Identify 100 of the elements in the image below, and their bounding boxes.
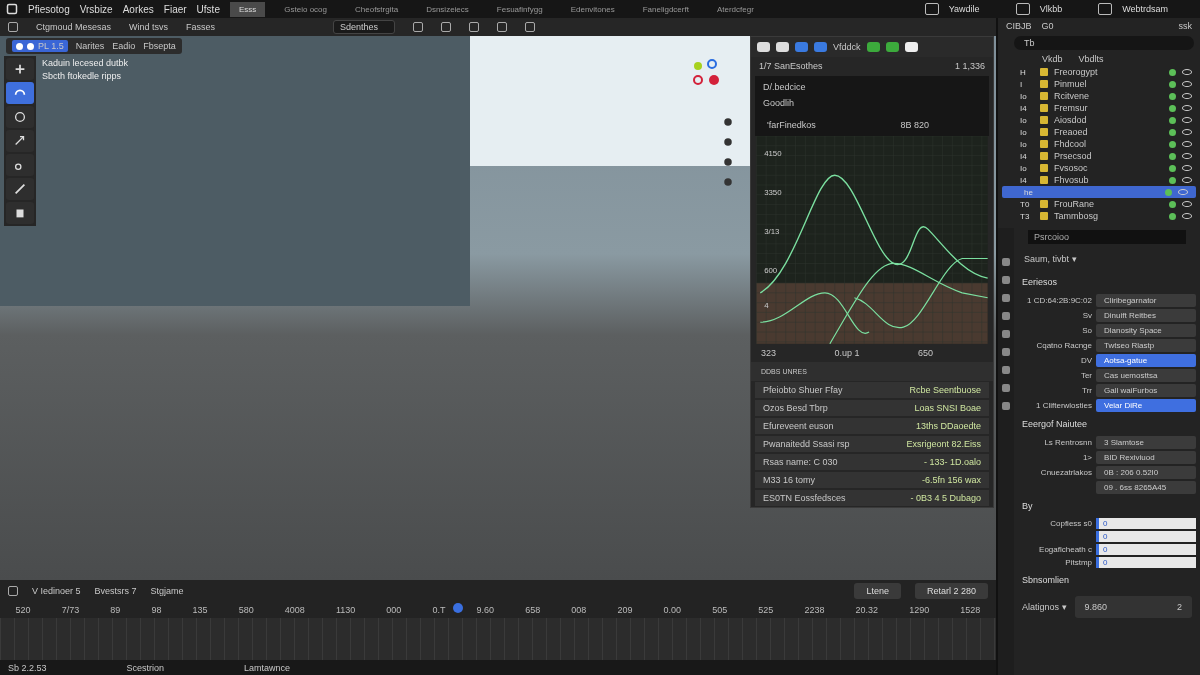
property-value[interactable]: 09 . 6ss 8265A45 xyxy=(1096,481,1196,494)
workspace-tab[interactable]: Gsteio ocog xyxy=(275,1,336,17)
panel-row[interactable]: Ozos Besd Tbrp Loas SNSI Boae xyxy=(755,400,989,416)
section-title[interactable]: Sbnsomlien xyxy=(1018,570,1196,590)
toolbar-icon[interactable] xyxy=(497,22,508,32)
window-icon[interactable] xyxy=(924,3,939,15)
editor-type-icon[interactable] xyxy=(8,586,18,596)
outliner-row[interactable]: Io Rcitvene xyxy=(998,90,1200,102)
header-label[interactable]: Yawdile xyxy=(948,4,980,14)
window-icon[interactable] xyxy=(1098,3,1113,15)
workspace-tab[interactable]: Fesuafinfygg xyxy=(487,1,552,17)
panel-row[interactable]: ES0TN Eossfedsces - 0B3 4 5 Dubago xyxy=(755,490,989,506)
number-field[interactable]: 0 xyxy=(1096,518,1196,529)
status-dot-icon[interactable] xyxy=(1169,116,1176,124)
workspace-tab[interactable]: Aterdcfegr xyxy=(707,1,763,17)
header-label[interactable]: Vlkbb xyxy=(1039,4,1063,14)
tool-button[interactable] xyxy=(6,154,34,176)
panel-row[interactable]: Pfeiobto Shuer Ffay Rcbe Seentbuose xyxy=(755,382,989,398)
property-value[interactable]: 3 Slamtose xyxy=(1096,436,1196,449)
panel-tool-icon[interactable] xyxy=(776,41,789,52)
status-dot-icon[interactable] xyxy=(1169,104,1176,112)
timeline-menu[interactable]: Stgjame xyxy=(150,586,184,596)
workspace-tab[interactable]: Dsnsizeiecs xyxy=(417,1,478,17)
header-menu[interactable]: Narites xyxy=(75,41,105,51)
status-dot-icon[interactable] xyxy=(1169,176,1176,184)
status-dot-icon[interactable] xyxy=(1169,128,1176,136)
status-dot-icon[interactable] xyxy=(1169,164,1176,172)
outliner-row[interactable]: Io Fvsosoc xyxy=(998,162,1200,174)
number-field[interactable]: 0 xyxy=(1096,544,1196,555)
toolbar-icon[interactable] xyxy=(525,22,536,32)
property-value[interactable]: Dinuift Reitbes xyxy=(1096,309,1196,322)
app-logo-icon[interactable] xyxy=(6,3,18,15)
header-label[interactable]: Webtrdsam xyxy=(1122,4,1168,14)
properties-tab-icon[interactable] xyxy=(1002,312,1010,320)
toolbar-item[interactable]: Wind tsvs xyxy=(129,22,169,32)
toolbar-item[interactable]: Ctgmoud Mesesas xyxy=(36,22,112,32)
panel-row[interactable]: M33 16 tomy -6.5fn 156 wax xyxy=(755,472,989,488)
status-dot-icon[interactable] xyxy=(1169,200,1176,208)
viewport-tool-icon[interactable] xyxy=(722,156,734,168)
outliner-row[interactable]: Io Fhdcool xyxy=(998,138,1200,150)
toolbar-icon[interactable] xyxy=(413,22,424,32)
outliner-row[interactable]: T0 FrouRane xyxy=(998,198,1200,210)
panel-tool-icon[interactable] xyxy=(757,41,770,52)
outliner-row[interactable]: I4 Fremsur xyxy=(998,102,1200,114)
menu-item[interactable]: Pfiesotog xyxy=(28,3,70,15)
panel-row[interactable]: Pwanaitedd Ssasi rsp Exsrigeont 82.Eiss xyxy=(755,436,989,452)
workspace-tab[interactable]: Edenvitones xyxy=(561,1,624,17)
frame-field[interactable]: Retarl 2 280 xyxy=(914,583,988,599)
number-field[interactable]: 0 xyxy=(1096,557,1196,568)
status-dot-icon[interactable] xyxy=(1169,80,1176,88)
playhead-handle[interactable] xyxy=(453,603,464,613)
section-title[interactable]: By xyxy=(1018,496,1196,516)
viewport-tool-icon[interactable] xyxy=(722,116,734,128)
properties-tab-icon[interactable] xyxy=(1002,402,1010,410)
property-value[interactable]: Cas uemosttsa xyxy=(1096,369,1196,382)
tool-button[interactable] xyxy=(6,106,34,128)
toolbar-item[interactable]: Fasses xyxy=(186,22,216,32)
tool-button[interactable] xyxy=(6,178,34,200)
timeline-button[interactable]: Ltene xyxy=(854,583,901,599)
view-icon[interactable] xyxy=(8,22,18,32)
tool-button[interactable] xyxy=(6,58,34,80)
status-dot-icon[interactable] xyxy=(1169,140,1176,148)
mode-dropdown[interactable]: Saum, tivbt ▾ xyxy=(1018,248,1196,270)
menu-item[interactable]: Aorkes xyxy=(122,3,154,15)
outliner-row[interactable]: he xyxy=(1002,186,1196,198)
section-title[interactable]: Eeriesos xyxy=(1018,272,1196,292)
toolbar-icon[interactable] xyxy=(441,22,452,32)
property-value[interactable]: Cliribegarnator xyxy=(1096,294,1196,307)
outliner-row[interactable]: Io Aiosdod xyxy=(998,114,1200,126)
status-dot-icon[interactable] xyxy=(1169,152,1176,160)
viewport-tool-icon[interactable] xyxy=(722,136,734,148)
properties-tab-icon[interactable] xyxy=(1002,384,1010,392)
property-value[interactable]: Veiar DiRe xyxy=(1096,399,1196,412)
outliner-row[interactable]: Io Freaoed xyxy=(998,126,1200,138)
timeline-menu[interactable]: V Iedinoer 5 xyxy=(32,586,81,596)
status-dot-icon[interactable] xyxy=(1165,188,1172,196)
properties-tab-icon[interactable] xyxy=(1002,348,1010,356)
workspace-tab[interactable]: Faneligdcerft xyxy=(633,1,698,17)
outliner-row[interactable]: I Pinmuel xyxy=(998,78,1200,90)
panel-tool-icon[interactable] xyxy=(904,41,918,52)
tool-button[interactable] xyxy=(6,202,34,224)
property-value[interactable]: Aotsa-gatue xyxy=(1096,354,1196,367)
outliner-row[interactable]: T3 Tammbosg xyxy=(998,210,1200,222)
status-dot-icon[interactable] xyxy=(1169,212,1176,220)
name-field[interactable]: Psrcoioo xyxy=(1028,230,1186,244)
toolbar-icon[interactable] xyxy=(469,22,480,32)
properties-tab-icon[interactable] xyxy=(1002,366,1010,374)
workspace-tab[interactable]: Cheofstrgita xyxy=(346,1,408,17)
number-field[interactable]: 9.860 2 xyxy=(1074,596,1192,618)
status-dot-icon[interactable] xyxy=(1169,68,1176,76)
menu-item[interactable]: Fiaer xyxy=(163,3,187,15)
workspace-tab[interactable]: Esss xyxy=(229,1,266,17)
number-field[interactable]: 0 xyxy=(1096,531,1196,542)
outliner-row[interactable]: I4 Prsecsod xyxy=(998,150,1200,162)
property-value[interactable]: Twtseo Rlastp xyxy=(1096,339,1196,352)
property-value[interactable]: BID Rexiviuod xyxy=(1096,451,1196,464)
tool-button[interactable] xyxy=(6,130,34,152)
property-value[interactable]: Dlanosity Space xyxy=(1096,324,1196,337)
search-field[interactable]: Sdenthes xyxy=(333,20,396,34)
timeline-menu[interactable]: Bvestsrs 7 xyxy=(94,586,137,596)
